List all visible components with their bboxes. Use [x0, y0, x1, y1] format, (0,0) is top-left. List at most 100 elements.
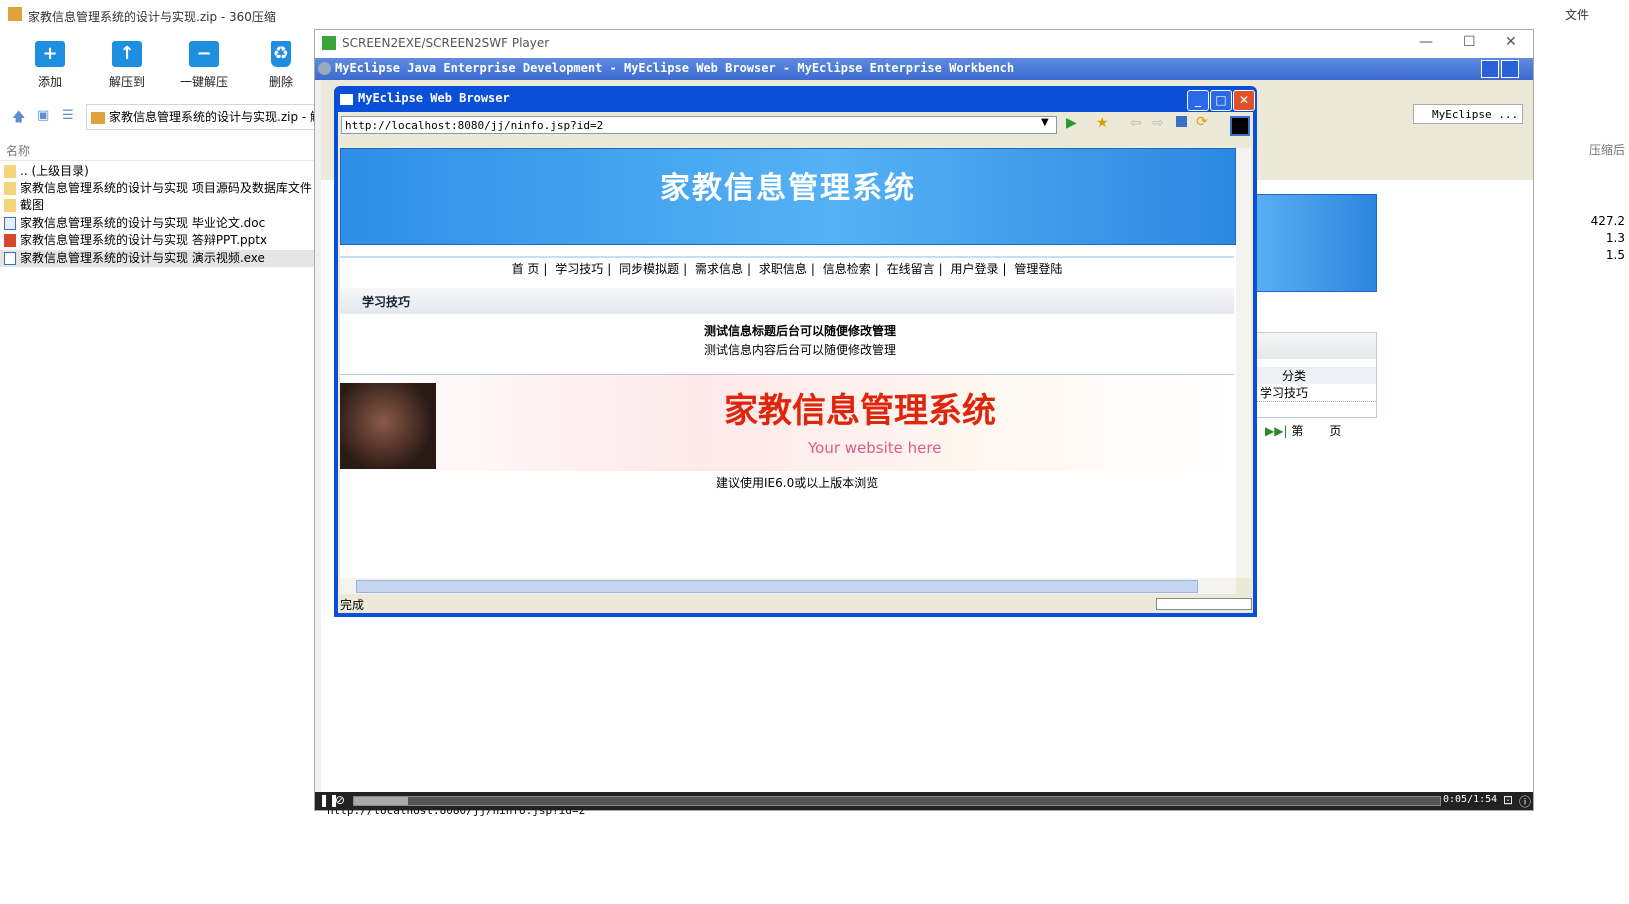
zip-file-menu[interactable]: 文件 — [1565, 6, 1589, 23]
add-icon: + — [35, 41, 65, 67]
add-button-label: 添加 — [37, 75, 62, 89]
footer-photo — [340, 383, 436, 469]
eclipse-minimize-icon[interactable] — [1481, 60, 1499, 78]
section-title: 学习技巧 — [362, 295, 411, 309]
info-icon[interactable]: ⓘ — [1519, 793, 1531, 810]
browser-close-icon[interactable]: ✕ — [1233, 90, 1255, 111]
page-suffix: 页 — [1329, 424, 1342, 438]
minimize-icon[interactable]: — — [1419, 34, 1433, 50]
nav-user-login[interactable]: 用户登录 — [951, 262, 999, 276]
extract-to-icon: ↑ — [112, 41, 142, 67]
size-column: 427.2 1.3 1.5 — [1569, 214, 1629, 265]
nav-admin-login[interactable]: 管理登陆 — [1014, 262, 1062, 276]
last-page-icon[interactable]: ▶▶| — [1265, 424, 1288, 438]
folder-icon — [4, 182, 16, 195]
eclipse-restore-icon[interactable] — [1501, 60, 1519, 78]
thumbnail-view-icon[interactable]: ▣ — [37, 108, 49, 123]
browser-maximize-icon[interactable]: □ — [1210, 90, 1232, 111]
file-row[interactable]: 家教信息管理系统的设计与实现 项目源码及数据库文件 — [0, 180, 315, 197]
bg-category-item[interactable]: 学习技巧 — [1256, 384, 1376, 402]
banner-title: 家教信息管理系统 — [660, 171, 916, 206]
name-column-label: 名称 — [6, 144, 31, 158]
eclipse-window-title: MyEclipse Java Enterprise Development - … — [335, 61, 1015, 75]
forward-icon[interactable]: ⇨ — [1152, 115, 1164, 131]
perspective-switcher[interactable]: MyEclipse ... — [1413, 104, 1523, 124]
zip-file-icon — [91, 111, 105, 124]
zip-title-bar: 家教信息管理系统的设计与实现.zip - 360压缩 文件 — [0, 0, 1629, 30]
fullscreen-icon[interactable]: ⊡ — [1503, 793, 1513, 807]
stop-icon[interactable]: ⊘ — [335, 793, 345, 807]
size-value: 427.2 — [1590, 214, 1625, 228]
footer-banner: 家教信息管理系统 Your website here — [340, 374, 1234, 471]
powerpoint-icon — [4, 234, 16, 247]
nav-search[interactable]: 信息检索 — [823, 262, 871, 276]
address-text: 家教信息管理系统的设计与实现.zip - 解 — [109, 110, 323, 124]
vertical-scrollbar[interactable] — [1236, 148, 1251, 578]
player-window-title: SCREEN2EXE/SCREEN2SWF Player — [342, 36, 550, 50]
bg-category-box: 分类 学习技巧 — [1255, 332, 1377, 418]
file-row[interactable]: 家教信息管理系统的设计与实现 毕业论文.doc — [0, 215, 315, 232]
zip-address-row: 🡅 ▣ ☰ 家教信息管理系统的设计与实现.zip - 解 — [0, 102, 328, 130]
horizontal-scrollbar[interactable] — [340, 578, 1236, 594]
seek-bar[interactable] — [353, 796, 1441, 806]
extract-to-button[interactable]: ↑ 解压到 — [97, 38, 157, 98]
file-row[interactable]: 家教信息管理系统的设计与实现 答辩PPT.pptx — [0, 232, 315, 249]
footer-title: 家教信息管理系统 — [724, 391, 996, 431]
web-browser-title-bar: MyEclipse Web Browser _ □ ✕ — [334, 86, 1257, 112]
nav-practice[interactable]: 同步模拟题 — [619, 262, 679, 276]
delete-button[interactable]: ♻ 删除 — [251, 38, 311, 98]
web-page: 家教信息管理系统 首 页 | 学习技巧 | 同步模拟题 | 需求信息 | 求职信息 | 信… — [340, 148, 1236, 578]
back-icon[interactable]: ⇦ — [1130, 115, 1142, 131]
url-input[interactable]: http://localhost:8080/jj/ninfo.jsp?id=2 — [341, 116, 1057, 134]
up-arrow-icon[interactable]: 🡅 — [12, 108, 25, 130]
address-box[interactable]: 家教信息管理系统的设计与实现.zip - 解 — [86, 104, 328, 130]
seek-fill — [354, 797, 409, 805]
web-browser-window: MyEclipse Web Browser _ □ ✕ http://local… — [334, 86, 1257, 617]
file-name: 家教信息管理系统的设计与实现 演示视频.exe — [20, 251, 265, 265]
file-row[interactable]: .. (上级目录) — [0, 163, 315, 180]
file-name: 截图 — [20, 198, 45, 212]
page-prefix: 第 — [1291, 424, 1304, 438]
eclipse-app-icon — [318, 62, 331, 75]
file-row[interactable]: 家教信息管理系统的设计与实现 演示视频.exe — [0, 250, 315, 267]
site-banner: 家教信息管理系统 — [340, 148, 1236, 245]
nav-home[interactable]: 首 页 — [512, 262, 540, 276]
extract-to-label: 解压到 — [108, 75, 145, 89]
favorites-icon[interactable]: ★ — [1096, 115, 1109, 131]
list-view-icon[interactable]: ☰ — [62, 108, 74, 123]
console-icon[interactable] — [1230, 116, 1250, 136]
close-icon[interactable]: ✕ — [1505, 34, 1517, 50]
nav-messages[interactable]: 在线留言 — [887, 262, 935, 276]
maximize-icon[interactable]: ☐ — [1463, 34, 1476, 50]
word-doc-icon — [4, 217, 16, 230]
delete-icon: ♻ — [271, 41, 291, 67]
nav-demand[interactable]: 需求信息 — [695, 262, 743, 276]
browser-window-icon — [340, 94, 353, 105]
bg-banner — [1255, 194, 1377, 292]
name-column-header[interactable]: 名称 — [0, 140, 315, 161]
compressed-column-header[interactable]: 压缩后 — [1589, 141, 1625, 158]
player-app-icon — [322, 36, 336, 50]
file-name: 家教信息管理系统的设计与实现 答辩PPT.pptx — [20, 233, 268, 247]
nav-jobs[interactable]: 求职信息 — [759, 262, 807, 276]
browser-minimize-icon[interactable]: _ — [1187, 90, 1209, 111]
progress-bar — [1156, 598, 1252, 610]
folder-icon — [4, 199, 16, 212]
add-button[interactable]: + 添加 — [20, 38, 80, 98]
refresh-icon[interactable]: ⟳ — [1196, 114, 1208, 130]
exe-icon — [4, 252, 16, 265]
one-click-extract-button[interactable]: − 一键解压 — [174, 38, 234, 98]
zip-app-icon — [8, 7, 22, 21]
stop-icon[interactable] — [1176, 116, 1187, 127]
footer-note: 建议使用IE6.0或以上版本浏览 — [716, 476, 879, 490]
go-icon[interactable]: ▶ — [1066, 115, 1077, 131]
folder-icon — [4, 165, 16, 178]
nav-study-tips[interactable]: 学习技巧 — [555, 262, 603, 276]
scroll-thumb[interactable] — [356, 580, 1198, 593]
player-title-bar: SCREEN2EXE/SCREEN2SWF Player — ☐ ✕ — [315, 30, 1533, 58]
url-dropdown-icon[interactable]: ▼ — [1041, 117, 1049, 128]
playback-time: 0:05/1:54 — [1443, 794, 1498, 805]
file-row[interactable]: 截图 — [0, 197, 315, 214]
file-name: 家教信息管理系统的设计与实现 毕业论文.doc — [20, 216, 266, 230]
web-browser-client: http://localhost:8080/jj/ninfo.jsp?id=2 … — [338, 112, 1253, 613]
